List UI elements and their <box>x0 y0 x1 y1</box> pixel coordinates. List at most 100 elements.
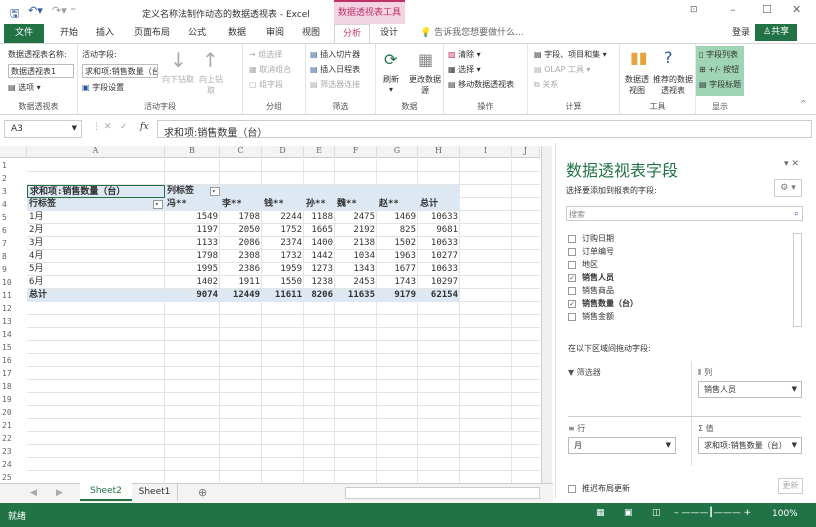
enter-icon[interactable]: ✓ <box>120 122 128 132</box>
pivot-value-cell[interactable]: 2244 <box>262 211 304 224</box>
ribbon-display-icon[interactable]: ⊡ <box>690 5 698 15</box>
tab-file[interactable]: 文件 <box>4 24 45 43</box>
pivot-value-cell[interactable]: 1963 <box>377 250 418 263</box>
row-header[interactable]: 23 <box>0 445 27 458</box>
normal-view-icon[interactable]: ▦ <box>596 508 605 518</box>
field-list-scrollbar[interactable] <box>793 233 802 327</box>
row-header[interactable]: 12 <box>0 302 27 315</box>
pivot-column-header[interactable]: 钱** <box>262 198 304 211</box>
pivot-value-cell[interactable]: 10277 <box>418 250 460 263</box>
group-selection-button[interactable]: → 组选择 <box>249 49 282 60</box>
horizontal-scrollbar[interactable] <box>345 487 540 499</box>
pivot-value-cell[interactable]: 1442 <box>304 250 335 263</box>
pivot-row-label[interactable]: 2月 <box>27 224 165 237</box>
field-checkbox-item[interactable]: ✓ 销售人员 <box>568 272 614 283</box>
field-search-input[interactable]: 搜索 ⌕ <box>566 206 803 221</box>
pivot-value-cell[interactable]: 1402 <box>165 276 220 289</box>
column-header[interactable]: I <box>460 146 512 158</box>
olap-tools-button[interactable]: ▤ OLAP 工具 ▾ <box>534 64 590 75</box>
pivot-value-cell[interactable]: 2138 <box>335 237 377 250</box>
tools-gear-button[interactable]: ⚙ ▾ <box>774 179 802 197</box>
row-header[interactable]: 6 <box>0 224 27 237</box>
update-button[interactable]: 更新 <box>778 478 803 494</box>
row-header[interactable]: 10 <box>0 276 27 289</box>
field-checkbox-item[interactable]: 地区 <box>568 259 598 270</box>
field-list-toggle[interactable]: ▯ 字段列表 <box>699 49 738 60</box>
tell-me-search[interactable]: 💡 告诉我您想要做什么... <box>412 24 532 43</box>
pivot-column-header[interactable]: 孙** <box>304 198 335 211</box>
pivot-column-header[interactable]: 赵** <box>377 198 418 211</box>
pivot-value-cell[interactable]: 10633 <box>418 237 460 250</box>
minimize-button[interactable]: – <box>730 3 736 16</box>
pivot-column-header[interactable]: 冯** <box>165 198 220 211</box>
pivot-value-cell[interactable]: 1343 <box>335 263 377 276</box>
pivot-value-cell[interactable]: 2050 <box>220 224 262 237</box>
pivot-value-cell[interactable]: 1550 <box>262 276 304 289</box>
pivot-value-cell[interactable]: 1959 <box>262 263 304 276</box>
pivot-value-cell[interactable]: 10297 <box>418 276 460 289</box>
relationships-button[interactable]: ⧉ 关系 <box>534 79 558 90</box>
grand-total-cell[interactable]: 9179 <box>377 289 418 302</box>
drill-up-button[interactable]: 向上钻取 <box>196 74 226 96</box>
row-filter-dropdown[interactable]: ▾ <box>153 200 163 209</box>
row-header[interactable]: 24 <box>0 458 27 471</box>
login-link[interactable]: 登录 <box>724 24 758 43</box>
pivot-value-cell[interactable]: 1665 <box>304 224 335 237</box>
close-button[interactable]: ✕ <box>792 3 801 16</box>
row-header[interactable]: 5 <box>0 211 27 224</box>
pane-options-icon[interactable]: ▾ ✕ <box>784 159 799 169</box>
pivot-column-header[interactable]: 总计 <box>418 198 460 211</box>
share-button[interactable]: ♙共享 <box>755 24 798 41</box>
column-header[interactable]: C <box>220 146 262 158</box>
prev-sheet-icon[interactable]: ◀ <box>30 488 37 498</box>
options-button[interactable]: ▤ 选项 ▾ <box>8 82 41 93</box>
field-checkbox-item[interactable]: ✓ 销售数量（台） <box>568 298 638 309</box>
save-icon[interactable]: 🖫 <box>10 5 19 24</box>
row-header[interactable]: 4 <box>0 198 27 211</box>
grand-total-cell[interactable]: 62154 <box>418 289 460 302</box>
column-header[interactable]: J <box>512 146 540 158</box>
name-box[interactable]: A3 ▼ <box>4 120 82 138</box>
checkbox[interactable] <box>568 286 576 295</box>
tab-analyze[interactable]: 分析 <box>334 24 371 44</box>
checkbox[interactable] <box>568 247 576 256</box>
pivot-row-label[interactable]: 3月 <box>27 237 165 250</box>
pivot-value-cell[interactable]: 10633 <box>418 263 460 276</box>
tab-design[interactable]: 设计 <box>372 24 406 43</box>
pivot-value-cell[interactable]: 1798 <box>165 250 220 263</box>
row-header[interactable]: 20 <box>0 406 27 419</box>
pivot-value-cell[interactable]: 1034 <box>335 250 377 263</box>
pivot-value-cell[interactable]: 1752 <box>262 224 304 237</box>
refresh-button[interactable]: 刷新 ▾ <box>383 74 399 94</box>
drill-down-button[interactable]: 向下钻取 <box>162 74 194 85</box>
select-all-corner[interactable] <box>0 146 27 158</box>
tab-data[interactable]: 数据 <box>220 24 254 43</box>
pivot-column-header[interactable]: 魏** <box>335 198 377 211</box>
column-header[interactable]: F <box>335 146 377 158</box>
checkbox[interactable] <box>568 260 576 269</box>
tab-page-layout[interactable]: 页面布局 <box>126 24 178 43</box>
grand-total-cell[interactable]: 12449 <box>220 289 262 302</box>
pivot-row-label[interactable]: 5月 <box>27 263 165 276</box>
cancel-icon[interactable]: ⋮ ✕ <box>92 122 111 132</box>
pivot-value-cell[interactable]: 1732 <box>262 250 304 263</box>
rows-field-dropdown[interactable]: 月 ▼ <box>568 437 676 454</box>
clear-button[interactable]: ▨ 清除 ▾ <box>448 49 481 60</box>
pivot-value-cell[interactable]: 1549 <box>165 211 220 224</box>
field-settings-button[interactable]: ▣ 字段设置 <box>82 82 124 93</box>
tab-formulas[interactable]: 公式 <box>180 24 214 43</box>
pt-name-input[interactable]: 数据透视表1 <box>8 64 74 78</box>
pivot-value-cell[interactable]: 2086 <box>220 237 262 250</box>
zoom-level[interactable]: 100% <box>772 509 798 519</box>
defer-update-checkbox[interactable]: 推迟布局更新 <box>568 483 630 494</box>
row-header[interactable]: 13 <box>0 315 27 328</box>
row-header[interactable]: 18 <box>0 380 27 393</box>
collapse-ribbon-icon[interactable]: ^ <box>800 99 807 108</box>
pivot-value-cell[interactable]: 1677 <box>377 263 418 276</box>
row-header[interactable]: 22 <box>0 432 27 445</box>
tab-review[interactable]: 审阅 <box>258 24 292 43</box>
field-checkbox-item[interactable]: 订单编号 <box>568 246 614 257</box>
select-button[interactable]: ▦ 选择 ▾ <box>448 64 481 75</box>
pivot-value-cell[interactable]: 2308 <box>220 250 262 263</box>
pivot-value-cell[interactable]: 1708 <box>220 211 262 224</box>
